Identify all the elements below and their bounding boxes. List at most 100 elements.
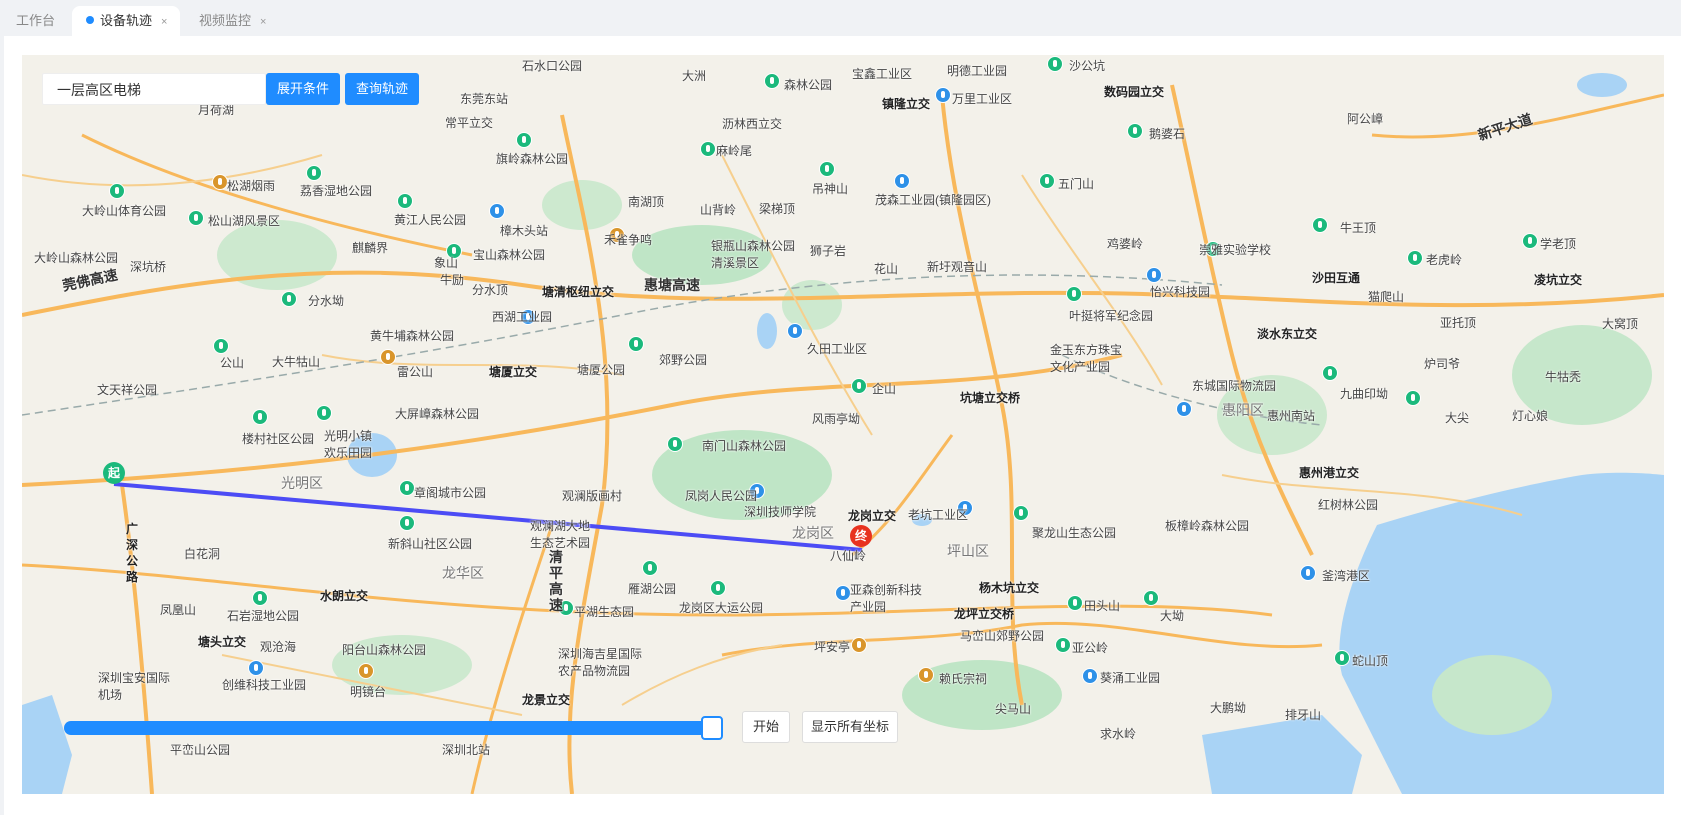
map-label: 山背岭	[700, 203, 737, 217]
map-label: 石岩湿地公园	[227, 609, 300, 623]
map-label: 宝山森林公园	[473, 248, 546, 262]
show-all-coordinates-label: 显示所有坐标	[810, 719, 889, 734]
track-start-label: 起	[107, 466, 120, 480]
map-label: 叶挺将军纪念园	[1069, 309, 1154, 323]
map-label: 雁湖公园	[628, 582, 677, 596]
map-label: 南湖顶	[628, 195, 665, 209]
expand-conditions-button[interactable]: 展开条件	[266, 73, 340, 105]
tree-icon	[1405, 390, 1421, 406]
tree-icon	[399, 480, 415, 496]
map-label: 坪安亭	[814, 640, 851, 654]
map-label: 龙岗区	[792, 525, 834, 541]
map-label: 塘厦公园	[577, 363, 626, 377]
playback-slider-track[interactable]	[64, 721, 712, 735]
building-icon	[835, 585, 851, 601]
building-icon	[489, 203, 505, 219]
tab-video-monitor[interactable]: 视频监控 ×	[185, 6, 281, 36]
map-label: 学老顶	[1540, 237, 1577, 251]
device-search-value: 一层高区电梯	[57, 82, 141, 98]
map-label: 企山	[872, 382, 897, 396]
map-label: 楼村社区公园	[242, 432, 315, 446]
map-label: 大屏嶂森林公园	[395, 407, 480, 421]
map-label: 牛励	[440, 273, 465, 287]
tab-device-track[interactable]: 设备轨迹 ×	[72, 6, 180, 36]
tab-label: 工作台	[16, 13, 56, 28]
map-label: 牛牯秃	[1545, 370, 1582, 384]
map-label: 黄牛埔森林公园	[370, 329, 455, 343]
map-label: 灯心娘	[1512, 409, 1549, 423]
map-label: 万里工业区	[952, 92, 1013, 106]
close-icon[interactable]: ×	[161, 16, 167, 28]
map-label: 梁梯顶	[759, 202, 796, 216]
track-start-marker[interactable]: 起	[103, 462, 125, 484]
temple-icon	[918, 667, 934, 683]
close-icon[interactable]: ×	[260, 16, 266, 28]
map-label: 常平立交	[445, 116, 494, 130]
map-label: 新圩观音山	[927, 260, 988, 274]
map-label: 大窝顶	[1602, 317, 1639, 331]
map-label: 平湖生态园	[574, 605, 635, 619]
map-label: 麒麟界	[352, 241, 389, 255]
map-label: 塘厦立交	[489, 365, 538, 379]
map-label: 大牛牯山	[272, 355, 321, 369]
tree-icon	[1066, 286, 1082, 302]
building-icon	[1300, 565, 1316, 581]
query-track-button[interactable]: 查询轨迹	[345, 73, 419, 105]
map-label: 创维科技工业园	[222, 678, 307, 692]
tree-icon	[642, 560, 658, 576]
tree-icon	[1067, 595, 1083, 611]
map-label: 大坳	[1160, 609, 1185, 623]
map-label: 观澜版画村	[562, 489, 623, 503]
show-all-coordinates-button[interactable]: 显示所有坐标	[802, 711, 898, 743]
map-label: 明德工业园	[947, 64, 1008, 78]
map-label: 深圳北站	[442, 743, 491, 757]
map-label: 龙岗立交	[848, 509, 897, 523]
map-label: 凤凰山	[160, 603, 197, 617]
map-label: 九曲印坳	[1340, 387, 1389, 401]
tree-icon	[1127, 123, 1143, 139]
tree-icon	[764, 73, 780, 89]
building-icon	[894, 173, 910, 189]
map-label: 龙华区	[442, 565, 484, 581]
track-end-marker[interactable]: 终	[850, 525, 872, 547]
map-label: 聚龙山生态公园	[1032, 526, 1117, 540]
map-label: 松山湖风景区	[208, 214, 281, 228]
map-label: 金玉东方珠宝文化产业园	[1050, 343, 1123, 374]
tree-icon	[399, 515, 415, 531]
map-label: 南门山森林公园	[702, 439, 787, 453]
tab-workbench[interactable]: 工作台	[6, 6, 64, 36]
map-label: 章阁城市公园	[414, 486, 487, 500]
map-label: 龙景立交	[522, 693, 571, 707]
temple-icon	[851, 637, 867, 653]
map-view[interactable]: 月荷湖 常平立交 东莞东站 石水口公园 大洲 森林公园 宝鑫工业区 明德工业园 …	[22, 55, 1664, 794]
map-label: 鸡婆岭	[1107, 237, 1144, 251]
start-playback-button[interactable]: 开始	[742, 711, 790, 743]
tree-icon	[516, 132, 532, 148]
map-label: 黄江人民公园	[394, 213, 467, 227]
map-label: 石水口公园	[522, 59, 583, 73]
temple-icon	[212, 174, 228, 190]
map-label: 茂森工业园(镇隆园区)	[875, 193, 991, 207]
building-icon	[787, 323, 803, 339]
tree-icon	[109, 183, 125, 199]
map-label: 猫爬山	[1368, 290, 1405, 304]
map-label: 凌坑立交	[1534, 273, 1583, 287]
map-label: 牛王顶	[1340, 221, 1377, 235]
map-label: 亚托顶	[1440, 316, 1477, 330]
tree-icon	[1055, 637, 1071, 653]
playback-slider-handle[interactable]	[701, 716, 723, 740]
tree-icon	[710, 580, 726, 596]
map-label: 东莞东站	[460, 92, 509, 106]
map-label: 亚公岭	[1072, 641, 1109, 655]
map-label: 镇隆立交	[882, 97, 931, 111]
map-label: 赖氏宗祠	[939, 672, 988, 686]
active-dot-icon	[86, 16, 94, 24]
map-label: 马峦山郊野公园	[960, 629, 1045, 643]
device-search-input[interactable]: 一层高区电梯	[42, 73, 266, 105]
tree-icon	[306, 165, 322, 181]
map-label: 大尖	[1445, 411, 1470, 425]
tree-icon	[316, 405, 332, 421]
map-label: 新斜山社区公园	[388, 537, 473, 551]
tree-icon	[213, 338, 229, 354]
tree-icon	[1047, 56, 1063, 72]
